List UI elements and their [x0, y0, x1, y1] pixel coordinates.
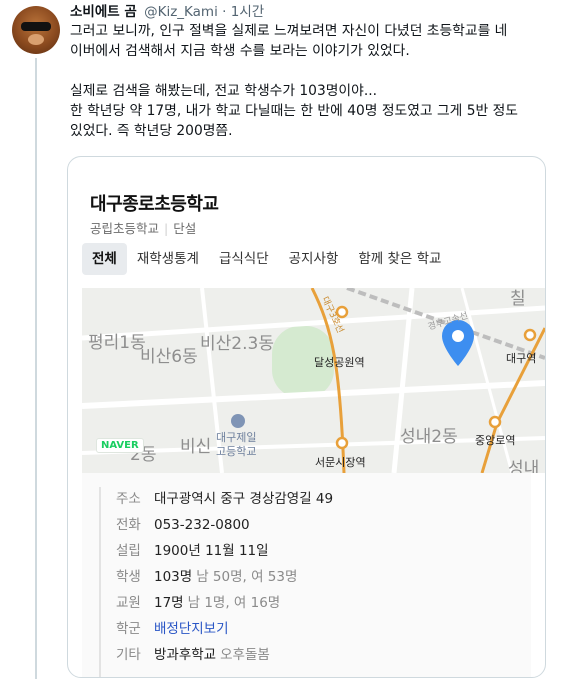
school-details: 주소 대구광역시 중구 경상감영길 49 전화 053-232-0800 설립 190… [82, 473, 531, 677]
map-label: 고등학교 [216, 445, 257, 458]
map-label: 비산2.3동 [200, 334, 274, 354]
display-name[interactable]: 소비에트 곰 [70, 4, 137, 20]
tweet-line: 실제로 검색을 해봤는데, 전교 학생수가 103명이야... [70, 83, 377, 99]
tab-notices[interactable]: 공지사항 [279, 243, 349, 275]
tab-student-stats[interactable]: 재학생통계 [127, 243, 209, 275]
tab-all[interactable]: 전체 [82, 243, 127, 275]
school-name: 대구종로초등학교 [90, 194, 219, 215]
map-label: 칠 [510, 289, 526, 309]
tab-meal[interactable]: 급식식단 [209, 243, 279, 275]
subway-station-icon[interactable] [488, 415, 502, 429]
tweet-text: 그러고 보니까, 인구 절벽을 실제로 느껴보려면 자신이 다녔던 초등학교를 … [70, 21, 570, 141]
map-label: 비신 [180, 437, 212, 457]
naver-logo[interactable]: NAVER [96, 438, 144, 453]
tweet-line: 이버에서 검색해서 지금 학생 수를 보라는 이야기가 있었다. [70, 43, 410, 59]
tab-bar: 전체 재학생통계 급식식단 공지사항 함께 찾은 학교 [82, 243, 451, 275]
tweet-header: 소비에트 곰 @Kiz_Kami · 1시간 [70, 3, 264, 21]
school-gender: 단설 [173, 221, 197, 236]
detail-founded: 설립 1900년 11월 11일 [116, 543, 269, 559]
thread-line [35, 58, 37, 679]
school-info-card[interactable]: 대구종로초등학교 공립초등학교 | 단설 전체 재학생통계 급식식단 공지사항 함께… [67, 156, 546, 678]
tweet-line: 한 학년당 약 17명, 내가 학교 다닐때는 한 반에 40명 정도였고 그게… [70, 103, 519, 119]
map-label: 평리1동 [88, 333, 146, 353]
school-type: 공립초등학교 [90, 221, 160, 236]
tab-related-schools[interactable]: 함께 찾은 학교 [348, 243, 451, 275]
user-handle[interactable]: @Kiz_Kami [144, 4, 218, 20]
tweet-line: 그러고 보니까, 인구 절벽을 실제로 느껴보려면 자신이 다녔던 초등학교를 … [70, 23, 508, 39]
map-label: 성내 [508, 459, 540, 473]
district-link[interactable]: 배정단지보기 [154, 621, 229, 637]
school-map[interactable]: 평리1동 비산6동 비산2.3동 비신 2동 성내2동 성내 칠 달성공원역 대… [82, 288, 545, 473]
detail-address: 주소 대구광역시 중구 경상감영길 49 [116, 491, 334, 507]
separator-dot: · [222, 4, 227, 20]
avatar-snout [28, 34, 44, 45]
subway-station-icon[interactable] [335, 436, 349, 450]
detail-students: 학생 103명 남 50명, 여 53명 [116, 569, 298, 585]
map-label: 비산6동 [140, 347, 198, 367]
school-marker-icon[interactable] [231, 414, 245, 428]
station-label[interactable]: 대구역 [506, 350, 536, 366]
user-avatar[interactable] [12, 6, 60, 54]
station-label[interactable]: 중앙로역 [475, 432, 515, 448]
station-label[interactable]: 달성공원역 [314, 354, 365, 370]
divider: | [164, 221, 169, 236]
map-label: 성내2동 [400, 427, 458, 447]
station-label[interactable]: 서문시장역 [315, 454, 366, 470]
timestamp[interactable]: 1시간 [231, 4, 264, 20]
detail-school-district: 학군 배정단지보기 [116, 621, 229, 637]
school-category: 공립초등학교 | 단설 [90, 218, 196, 237]
detail-other: 기타 방과후학교 오후돌봄 [116, 647, 270, 663]
avatar-sunglasses [21, 22, 51, 31]
subway-station-icon[interactable] [523, 328, 537, 342]
tweet-line: 있었다. 즉 학년당 200명쯤. [70, 123, 233, 139]
detail-teachers: 교원 17명 남 1명, 여 16명 [116, 595, 281, 611]
detail-divider [99, 487, 101, 677]
detail-phone: 전화 053-232-0800 [116, 517, 250, 533]
